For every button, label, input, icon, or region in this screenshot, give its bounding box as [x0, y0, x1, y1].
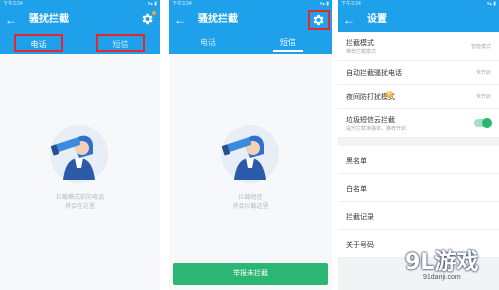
setting-value: 智能模式 — [470, 44, 491, 50]
back-arrow-icon[interactable]: ← — [173, 12, 187, 28]
tab-calls[interactable]: 电话 — [185, 34, 231, 52]
status-time: 下午3:34 — [172, 1, 192, 7]
tab-bar: 电话 短信 — [0, 32, 160, 54]
setting-night-mode[interactable]: 夜间防打扰模式 新 未开启 — [338, 85, 499, 109]
status-bar: 下午3:34 ▾▴ ▮ — [338, 0, 499, 9]
section-gap — [338, 138, 499, 146]
watermark-logo: 9L游戏 — [405, 250, 479, 275]
list-label: 黑名单 — [346, 158, 367, 165]
tab-sms[interactable]: 短信 — [96, 34, 145, 52]
telescope-illustration — [50, 125, 108, 183]
tab-sms[interactable]: 短信 — [265, 34, 311, 52]
app-bar: ← 骚扰拦截 — [169, 9, 332, 32]
status-bar: 下午3:34 ▾▴ ▮ — [0, 0, 160, 9]
screen-call-block: 下午3:34 ▾▴ ▮ ← 骚扰拦截 电话 短信 拦截模式前的电话 将会在这里 — [0, 0, 160, 290]
setting-spam-sms-cloud[interactable]: 垃圾短信云拦截 提升拦截准确率，推荐开启 — [338, 109, 499, 138]
watermark: 9L游戏 91danji.com — [401, 244, 499, 290]
report-unblocked-button[interactable]: 举报未拦截 — [173, 263, 328, 285]
list-whitelist[interactable]: 白名单 — [338, 174, 499, 202]
empty-state-line-1: 拦截短信 — [238, 195, 263, 201]
setting-label: 自动拦截骚扰电话 — [346, 70, 402, 77]
tab-calls-label: 电话 — [30, 40, 47, 49]
list-label: 拦截记录 — [346, 214, 374, 221]
list-label: 关于号码 — [346, 242, 374, 249]
setting-auto-block-calls[interactable]: 自动拦截骚扰电话 未开启 — [338, 61, 499, 85]
notification-dot — [152, 11, 156, 15]
back-arrow-icon[interactable]: ← — [342, 12, 356, 28]
empty-state-line-2: 将会拦截这里 — [232, 204, 269, 210]
tab-bar: 电话 短信 — [169, 32, 332, 54]
page-title: 骚扰拦截 — [29, 14, 69, 25]
screen-sms-block: 下午3:34 ▾▴ ▮ ← 骚扰拦截 电话 短信 拦截短信 将会拦截这里 举报未… — [169, 0, 332, 290]
app-bar: ← 骚扰拦截 — [0, 9, 160, 32]
setting-sublabel: 提升拦截准确率，推荐开启 — [346, 126, 407, 132]
gear-icon[interactable] — [311, 13, 325, 27]
toggle-knob — [482, 118, 492, 128]
setting-block-mode[interactable]: 拦截模式 推荐拦截模式 智能模式 — [338, 32, 499, 61]
status-time: 下午3:34 — [3, 1, 23, 7]
status-icons: ▾▴ ▮ — [319, 1, 329, 7]
new-badge: 新 — [386, 91, 393, 98]
page-title: 骚扰拦截 — [198, 14, 238, 25]
telescope-illustration — [221, 125, 279, 183]
toggle-switch[interactable] — [474, 118, 492, 128]
status-bar: 下午3:34 ▾▴ ▮ — [169, 0, 332, 9]
status-time: 下午3:34 — [341, 1, 361, 7]
setting-sublabel: 推荐拦截模式 — [346, 49, 377, 55]
settings-list: 拦截模式 推荐拦截模式 智能模式 自动拦截骚扰电话 未开启 夜间防打扰模式 新 … — [338, 32, 499, 258]
empty-state-line-2: 将会在这里 — [64, 204, 95, 210]
setting-label: 垃圾短信云拦截 — [346, 117, 395, 124]
status-icons: ▾▴ ▮ — [486, 1, 496, 7]
setting-value: 未开启 — [475, 94, 491, 100]
tab-underline — [273, 50, 303, 52]
page-title: 设置 — [367, 14, 387, 25]
tab-calls[interactable]: 电话 — [14, 34, 63, 52]
back-arrow-icon[interactable]: ← — [4, 12, 18, 28]
tab-calls-label: 电话 — [200, 38, 216, 47]
setting-value: 未开启 — [475, 70, 491, 76]
list-block-records[interactable]: 拦截记录 — [338, 202, 499, 230]
empty-state-line-1: 拦截模式前的电话 — [55, 195, 104, 201]
tab-sms-label: 短信 — [112, 40, 129, 49]
list-label: 白名单 — [346, 186, 367, 193]
tab-sms-label: 短信 — [280, 38, 296, 47]
app-bar: ← 设置 — [338, 9, 499, 32]
status-icons: ▾▴ ▮ — [147, 1, 157, 7]
watermark-url: 91danji.com — [423, 274, 461, 281]
setting-label: 拦截模式 — [346, 40, 374, 47]
list-blacklist[interactable]: 黑名单 — [338, 146, 499, 174]
